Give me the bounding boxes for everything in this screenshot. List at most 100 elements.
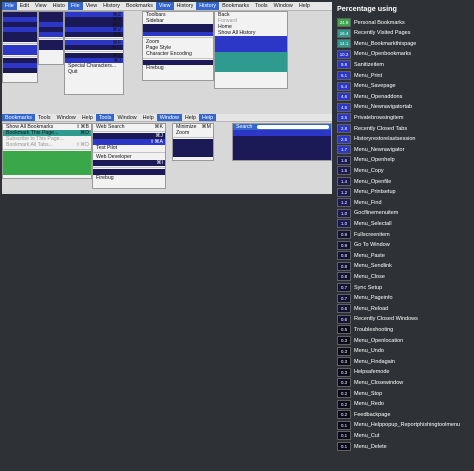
menu-item-quit[interactable]: Quit [65,69,123,75]
separator [143,37,213,38]
legend-row: 0.7 Menu_Pageinfo [337,293,393,303]
tools-item-web-search[interactable]: Web Search ⌘K [93,124,165,130]
menubar-view-2[interactable]: View [83,2,101,10]
heat-item[interactable] [3,50,37,55]
menubar-history-3[interactable]: History [174,2,197,10]
heat-item[interactable] [3,37,37,42]
menubar-history-4[interactable]: History [196,2,220,10]
legend-percentage-badge: 0.3 [337,346,351,356]
legend-row-label: Menu_Selectall [354,220,392,227]
legend-row: 0.3 Menu_Openlocation [337,336,403,345]
heat-item[interactable] [143,24,213,32]
menubar-view-3[interactable]: View [155,2,174,10]
tools-item-test-pilot[interactable]: Test Pilot [93,145,165,151]
view-item-firebug[interactable]: Firebug [143,65,213,71]
help-search-input[interactable] [257,125,329,129]
menubar-file-2[interactable]: File [67,2,83,10]
heat-item[interactable] [3,68,37,73]
menubar-file[interactable]: File [2,2,17,10]
menubar2-tools[interactable]: Tools [35,114,54,121]
menubar2-tools-2[interactable]: Tools [95,114,115,121]
window-item-zoom[interactable]: Zoom [173,130,213,136]
legend-row-label: Menu_Reload [354,305,389,312]
legend-row: 0.1 Menu_Helppopup_Reportphishingtoolmenu [337,420,461,430]
legend-row: 0.2 Menu_Redo [337,399,384,409]
legend-percentage-badge: 0.3 [337,357,351,367]
menubar2-help-4[interactable]: Help [199,114,217,121]
menubar2-bookmarks[interactable]: Bookmarks [2,114,35,121]
tools-item-page-info[interactable]: ⌘I [93,160,165,166]
menubar-view[interactable]: View [32,2,50,10]
legend-row: 1.2 Menu_Printsetup [337,187,396,197]
heat-item[interactable] [39,32,63,37]
menubar-bookmarks[interactable]: Bookmarks [123,2,156,10]
menubar-tools[interactable]: Tools [252,2,271,10]
menubar2-help[interactable]: Help [79,114,96,121]
menubar-history[interactable]: Histo [50,2,68,10]
menubar-edit[interactable]: Edit [17,2,32,10]
legend-row-label: Sanitizeitem [354,61,384,68]
firefox-menu-mosaic: File Edit View Histo File View History B… [2,2,332,194]
legend-row: 1.5 Menu_Copy [337,166,384,176]
legend-row-label: Menu_Openhelp [354,157,395,164]
legend-row-label: Menu_Openaddons [354,93,403,100]
legend-percentage-badge: 1.6 [337,155,351,165]
view-menu: Toolbars Sidebar Zoom Page Style Charact… [142,11,214,81]
legend-percentage-badge: 0.7 [337,293,351,303]
legend-percentage-badge: 0.3 [337,378,351,388]
bookmarks-heat-personal[interactable] [3,151,91,175]
legend-row: 9.9 Sanitizeitem [337,60,384,70]
heat-item[interactable] [215,44,287,52]
legend-percentage-badge: 1.0 [337,219,351,229]
heat-item[interactable] [215,36,287,44]
legend-percentage-badge: 5.4 [337,81,351,91]
file-menu-heat-1 [2,11,38,83]
heat-item[interactable] [215,52,287,72]
menubar-window[interactable]: Window [271,2,296,10]
heat-item[interactable]: ⌘G [65,45,123,50]
legend-percentage-badge: 4.6 [337,102,351,112]
heat-item[interactable] [233,154,331,160]
menubar2-help-2[interactable]: Help [140,114,157,121]
separator [173,137,213,138]
heat-item[interactable] [39,45,63,50]
heat-item[interactable]: ⌘A [65,32,123,37]
legend-percentage-badge: 0.9 [337,240,351,250]
menubar2-help-3[interactable]: Help [182,114,199,121]
legend-row-label: Menu_Bookmarkthispage [354,40,417,47]
legend-row: 14.1 Menu_Bookmarkthispage [337,39,417,49]
edit-menu-heat [38,11,64,65]
legend-percentage-badge: 0.8 [337,251,351,261]
menubar-history-2[interactable]: History [100,2,123,10]
legend-percentage-badge: 0.6 [337,304,351,314]
legend-row: 0.3 Menu_Undo [337,346,384,356]
legend-row-label: Menu_Cut [354,432,380,439]
separator [3,56,37,57]
bookmarks-item-bookmark-all-tabs[interactable]: Bookmark All Tabs... ⇧⌘D [3,142,91,148]
legend-percentage-badge: 24.9 [337,18,351,27]
legend-percentage-badge: 16.4 [337,28,351,38]
legend-percentage-badge: 1.5 [337,166,351,176]
legend-row: 0.3 Helpsafemode [337,367,389,377]
menubar-help[interactable]: Help [296,2,313,10]
separator [3,43,37,44]
heat-item[interactable] [143,32,213,36]
legend-row-label: Menu_Newnavigatortab [354,104,413,111]
legend-row: 2.5 Historyrestorelastsession [337,134,416,144]
legend-percentage-badge: 14.1 [337,39,351,49]
legend-row: 0.2 Feedbackpage [337,410,390,420]
heat-item[interactable] [173,139,213,157]
legend-row: 4.6 Menu_Newnavigatortab [337,102,413,112]
legend-row-label: Menu_Helppopup_Reportphishingtoolmenu [354,422,461,429]
legend-row-label: Privatebrowsingitem [354,114,404,121]
menubar2-window[interactable]: Window [54,114,79,121]
menubar2-window-3[interactable]: Window [156,114,182,121]
legend-row-label: Menu_Stop [354,390,383,397]
legend-row-label: Historyrestorelastsession [354,136,416,143]
legend-row-label: Troubleshooting [354,326,394,333]
menubar2-window-2[interactable]: Window [114,114,139,121]
view-item-character-encoding[interactable]: Character Encoding [143,51,213,57]
tools-item-firebug[interactable]: Firebug [93,175,165,181]
menubar-bookmarks-2[interactable]: Bookmarks [219,2,252,10]
legend-percentage-badge: 0.3 [337,336,351,345]
